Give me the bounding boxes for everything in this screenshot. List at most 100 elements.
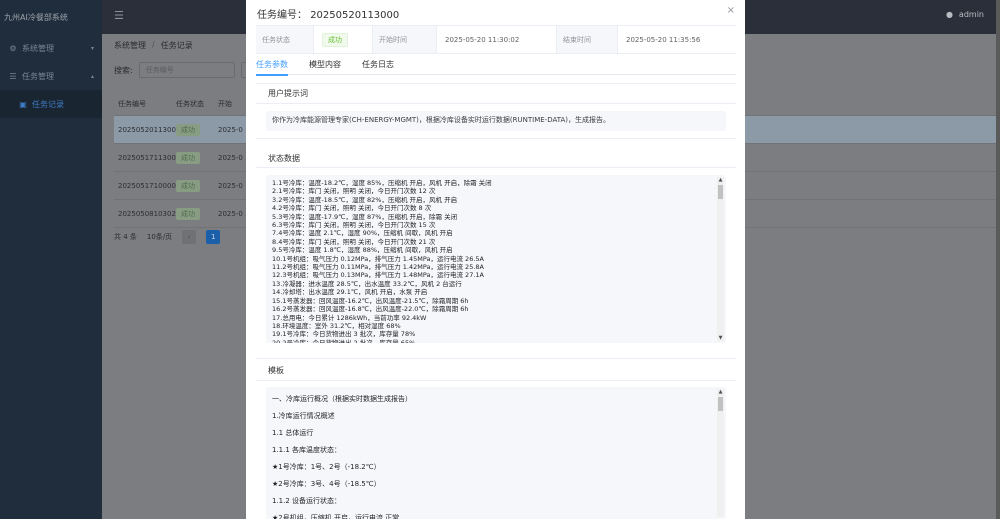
scrollbar-thumb[interactable] bbox=[718, 185, 723, 199]
tab-params[interactable]: 任务参数 bbox=[256, 58, 288, 76]
task-id-cell: 20250508103021 bbox=[118, 209, 181, 218]
scrollbar-thumb[interactable] bbox=[718, 397, 723, 411]
dialog-title-label: 任务编号： bbox=[257, 10, 307, 21]
text-line: 15.1号蒸发器：回风温度-16.2℃，出风温度-21.5℃，除霜周期 6h bbox=[272, 296, 469, 305]
scroll-up-icon[interactable]: ▲ bbox=[717, 177, 724, 183]
sidebar: 九州AI冷餐部系统 ⚙ 系统管理 ▾ ☰ 任务管理 ▴ ▣ 任务记录 bbox=[0, 0, 102, 519]
pagination-total: 共 4 条 bbox=[114, 233, 137, 241]
status-badge: 成功 bbox=[176, 151, 200, 164]
page-size-select[interactable]: 10条/页 bbox=[147, 232, 172, 242]
page-scrollbar[interactable] bbox=[996, 0, 1000, 519]
chevron-down-icon: ▾ bbox=[90, 44, 94, 52]
text-line: 1.1.1 各库温度状态： bbox=[272, 446, 342, 454]
column-header: 任务状态 bbox=[176, 99, 204, 108]
status-badge: 成功 bbox=[176, 123, 200, 136]
breadcrumb-current: 任务记录 bbox=[160, 41, 193, 50]
text-line: 20.2号冷库：今日货物进出 2 批次，库存量 65% bbox=[272, 338, 416, 343]
search-input[interactable]: 任务编号 bbox=[138, 62, 235, 78]
close-icon[interactable]: × bbox=[727, 5, 735, 16]
text-line: 1.1.2 设备运行状态： bbox=[272, 497, 342, 505]
text-line: 17.总用电：今日累计 1286kWh，当前功率 92.4kW bbox=[272, 313, 427, 322]
divider bbox=[256, 380, 736, 381]
tab-model-content[interactable]: 模型内容 bbox=[309, 58, 341, 74]
search-label: 搜索: bbox=[114, 65, 133, 75]
user-menu[interactable]: ● admin bbox=[946, 10, 984, 19]
text-line: 7.4号冷库：温度 2.1℃，湿度 90%，压缩机 间歇，风机 开启 bbox=[272, 229, 453, 238]
sidebar-item-task[interactable]: ☰ 任务管理 ▴ bbox=[0, 62, 102, 90]
text-line: 一、冷库运行概况（根据实时数据生成报告） bbox=[272, 395, 412, 403]
chevron-up-icon: ▴ bbox=[90, 72, 94, 80]
start-time-label: 开始时间 bbox=[373, 26, 437, 53]
text-line: 1.1 总体运行 bbox=[272, 429, 314, 437]
user-icon: ● bbox=[945, 10, 953, 19]
status-section-title: 状态数据 bbox=[268, 154, 300, 163]
divider bbox=[256, 83, 736, 84]
scroll-down-icon[interactable]: ▼ bbox=[717, 335, 724, 341]
sidebar-item-label: 系统管理 bbox=[22, 43, 54, 53]
breadcrumb: 系统管理 / 任务记录 bbox=[114, 40, 193, 51]
start-time-cell: 2025-0 bbox=[218, 181, 243, 190]
monitor-icon: ▣ bbox=[19, 99, 27, 109]
task-detail-dialog: 任务编号： 20250520113000 × 任务状态 成功 开始时间 2025… bbox=[246, 0, 745, 519]
sidebar-item-system[interactable]: ⚙ 系统管理 ▾ bbox=[0, 34, 102, 62]
task-id-cell: 20250517113000 bbox=[118, 153, 181, 162]
username: admin bbox=[958, 10, 984, 19]
breadcrumb-separator: / bbox=[152, 40, 155, 49]
start-time-cell: 2025-0 bbox=[218, 125, 243, 134]
hamburger-icon[interactable]: ☰ bbox=[114, 10, 126, 22]
breadcrumb-root[interactable]: 系统管理 bbox=[114, 40, 146, 51]
scrollbar[interactable]: ▲ ▼ bbox=[717, 177, 724, 341]
text-line: 4.2号冷库：库门 关闭，照明 关闭，今日开门次数 8 次 bbox=[272, 204, 432, 213]
status-data-textarea[interactable]: 1.1号冷库：温度-18.2℃，湿度 85%，压缩机 开启，风机 开启，除霜 关… bbox=[266, 175, 726, 343]
list-icon: ☰ bbox=[9, 71, 17, 81]
task-info-descriptions: 任务状态 成功 开始时间 2025-05-20 11:30:02 结束时间 20… bbox=[256, 25, 736, 54]
end-time-value: 2025-05-20 11:35:56 bbox=[626, 35, 701, 44]
gear-icon: ⚙ bbox=[9, 43, 17, 53]
sidebar-item-task-record[interactable]: ▣ 任务记录 bbox=[0, 90, 102, 118]
status-value: 成功 bbox=[314, 26, 373, 53]
status-badge: 成功 bbox=[176, 207, 200, 220]
scrollbar[interactable]: ▲ bbox=[717, 389, 724, 517]
text-line: 8.4号冷库：库门 关闭，照明 关闭，今日开门次数 21 次 bbox=[272, 237, 436, 246]
text-line: 19.1号冷库：今日货物进出 3 批次，库存量 78% bbox=[272, 330, 416, 339]
divider bbox=[256, 358, 736, 359]
tab-task-log[interactable]: 任务日志 bbox=[362, 58, 394, 74]
text-line: 16.2号蒸发器：回风温度-16.8℃，出风温度-22.0℃，除霜周期 6h bbox=[272, 305, 469, 314]
scroll-up-icon[interactable]: ▲ bbox=[717, 389, 724, 395]
task-id-cell: 20250520113000 bbox=[118, 125, 181, 134]
detail-tabs: 任务参数 模型内容 任务日志 bbox=[256, 58, 736, 76]
search-row: 搜索: 任务编号 bbox=[114, 62, 249, 78]
prev-page-button[interactable]: ‹ bbox=[182, 230, 197, 244]
text-line: 2.1号冷库：库门 关闭，照明 关闭，今日开门次数 12 次 bbox=[272, 187, 436, 196]
sidebar-item-label: 任务记录 bbox=[32, 99, 64, 109]
text-line: 5.3号冷库：温度-17.9℃，湿度 87%，压缩机 开启，除霜 关闭 bbox=[272, 212, 458, 221]
text-line: ★2号机组，压缩机 开启，运行电流 正常 bbox=[272, 514, 400, 519]
column-header: 任务编号 bbox=[118, 99, 146, 108]
divider bbox=[256, 167, 736, 168]
text-line: 10.1号机组：吸气压力 0.12MPa，排气压力 1.45MPa，运行电流 2… bbox=[272, 254, 484, 263]
app-title: 九州AI冷餐部系统 bbox=[4, 12, 68, 22]
status-label: 任务状态 bbox=[256, 26, 314, 53]
status-badge: 成功 bbox=[176, 179, 200, 192]
sidebar-item-label: 任务管理 bbox=[22, 71, 54, 81]
result-section-title: 模板 bbox=[268, 366, 284, 375]
divider bbox=[256, 103, 736, 104]
text-line: ★2号冷库：3号、4号（-18.5℃） bbox=[272, 480, 381, 488]
text-line: 9.5号冷库：温度 1.8℃，湿度 88%，压缩机 间歇，风机 开启 bbox=[272, 246, 453, 255]
divider bbox=[256, 138, 736, 139]
status-data-lines: 1.1号冷库：温度-18.2℃，湿度 85%，压缩机 开启，风机 开启，除霜 关… bbox=[266, 175, 726, 343]
dialog-title-value: 20250520113000 bbox=[310, 10, 400, 21]
column-header: 开始 bbox=[218, 99, 232, 108]
user-prompt-text: 你作为冷库能源管理专家(CH-ENERGY-MGMT)，根据冷库设备实时运行数据… bbox=[266, 111, 726, 131]
start-time-cell: 2025-0 bbox=[218, 153, 243, 162]
model-result-textarea[interactable]: 一、冷库运行概况（根据实时数据生成报告） 1.冷库运行情况概述 1.1 总体运行 1.… bbox=[266, 387, 726, 519]
text-line: 3.2号冷库：温度-18.5℃，湿度 82%，压缩机 开启，风机 开启 bbox=[272, 195, 458, 204]
status-badge: 成功 bbox=[322, 32, 348, 47]
hint-section-title: 用户提示词 bbox=[268, 89, 308, 98]
start-time-value: 2025-05-20 11:30:02 bbox=[437, 26, 557, 53]
text-line: 1.冷库运行情况概述 bbox=[272, 412, 335, 420]
page-number-button[interactable]: 1 bbox=[206, 230, 221, 244]
task-id-cell: 20250517100000 bbox=[118, 181, 181, 190]
text-line: ★1号冷库：1号、2号（-18.2℃） bbox=[272, 463, 381, 471]
pagination: 共 4 条 10条/页 ‹ 1 bbox=[114, 230, 221, 244]
